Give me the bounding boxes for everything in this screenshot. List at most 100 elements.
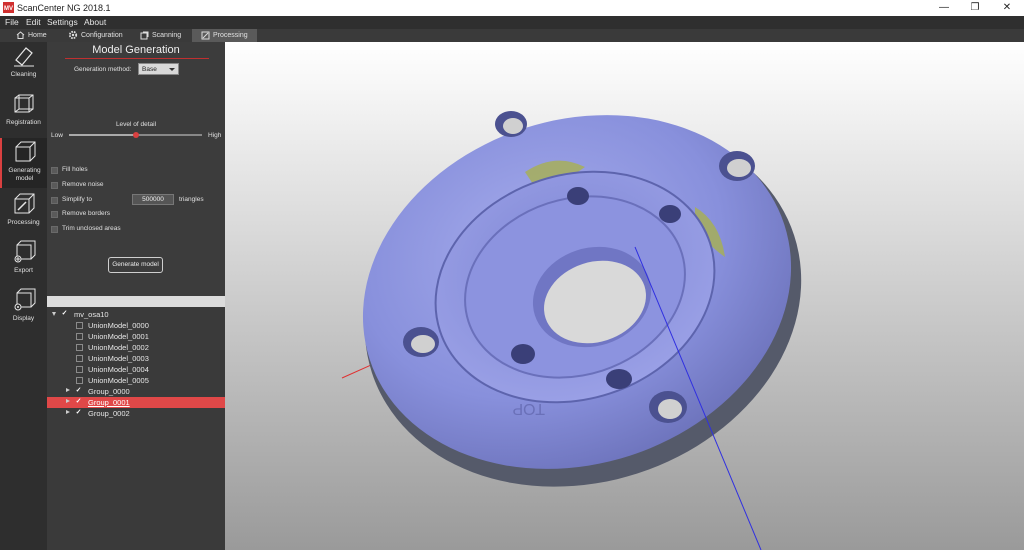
tree-item-union[interactable]: UnionModel_0004 [47,364,225,375]
option-remove-noise[interactable]: Remove noise [51,181,171,191]
tab-scanning[interactable]: Scanning [140,29,184,42]
group-checkbox[interactable]: ✓ [75,387,82,395]
tool-display[interactable]: Display [0,286,47,334]
close-button[interactable]: ✕ [993,0,1021,16]
tool-display-label: Display [12,315,35,322]
home-icon [16,31,25,40]
remove-noise-label: Remove noise [62,181,104,188]
root-checkbox[interactable]: ✓ [61,310,68,318]
slider-thumb[interactable] [132,132,139,138]
level-of-detail-label: Level of detail [115,121,157,128]
tree-root-label: mv_osa10 [74,310,109,319]
generate-model-button[interactable]: Generate model [108,257,163,273]
3d-viewport[interactable]: TOP [225,42,1024,550]
app-logo-icon: MV [3,2,14,13]
tree-item-label: UnionModel_0003 [88,354,149,363]
option-simplify[interactable]: Simplify to 500000 triangles [51,194,221,206]
generation-method-select[interactable]: Base [138,63,179,75]
tree-item-label: UnionModel_0002 [88,343,149,352]
expand-arrow-icon[interactable] [66,410,70,414]
simplify-suffix-label: triangles [179,196,204,203]
slider-fill [69,134,136,136]
menu-file[interactable]: File [5,17,19,27]
window-title: ScanCenter NG 2018.1 [17,3,111,13]
tab-bar: Home Configuration Scanning Processing [0,29,1024,42]
tree-group-label: Group_0002 [88,409,130,418]
remove-borders-checkbox[interactable] [51,211,58,218]
expand-arrow-icon[interactable] [66,388,70,392]
generation-method-value: Base [142,66,157,73]
tab-configuration[interactable]: Configuration [68,29,128,42]
panel-title-underline [65,58,209,59]
tree-root[interactable]: ✓ mv_osa10 [47,309,225,320]
group-checkbox[interactable]: ✓ [75,398,82,406]
tree-item-group[interactable]: ✓ Group_0000 [47,386,225,397]
menu-settings[interactable]: Settings [47,17,78,27]
trim-unclosed-label: Trim unclosed areas [62,225,121,232]
tree-item-union[interactable]: UnionModel_0002 [47,342,225,353]
remove-borders-label: Remove borders [62,210,111,217]
display-icon [14,288,35,311]
option-fill-holes[interactable]: Fill holes [51,166,171,176]
simplify-triangles-input[interactable]: 500000 [132,194,174,205]
tool-export-label: Export [14,267,33,274]
tool-processing-label: Processing [7,219,40,226]
level-high-label: High [208,132,222,139]
menu-about[interactable]: About [84,17,106,27]
tree-item-label: UnionModel_0005 [88,376,149,385]
scan-icon [140,31,149,40]
tab-processing-label: Processing [213,32,248,39]
tab-home[interactable]: Home [16,29,56,42]
union-checkbox[interactable] [76,333,83,340]
simplify-checkbox[interactable] [51,197,58,204]
tool-column: Cleaning Registration Generating model P… [0,42,47,550]
registration-icon [14,94,33,113]
tree-item-union[interactable]: UnionModel_0003 [47,353,225,364]
menu-bar: File Edit Settings About [0,16,1024,29]
union-checkbox[interactable] [76,322,83,329]
scan-model-render: TOP [341,111,802,550]
union-checkbox[interactable] [76,377,83,384]
processing-icon [201,31,210,40]
trim-unclosed-checkbox[interactable] [51,226,58,233]
tab-scanning-label: Scanning [152,32,182,39]
tree-group-label: Group_0000 [88,387,130,396]
option-remove-borders[interactable]: Remove borders [51,210,171,220]
tool-processing[interactable]: Processing [0,190,47,238]
tree-item-union[interactable]: UnionModel_0005 [47,375,225,386]
tree-item-label: UnionModel_0001 [88,332,149,341]
option-trim-unclosed[interactable]: Trim unclosed areas [51,225,171,235]
fill-holes-checkbox[interactable] [51,167,58,174]
panel-title: Model Generation [92,44,180,56]
tab-home-label: Home [28,32,47,39]
processing-icon [14,193,34,214]
tool-export[interactable]: Export [0,238,47,286]
model-generation-panel: Model Generation Generation method: Base… [47,42,225,296]
expand-arrow-icon[interactable] [52,312,56,316]
union-checkbox[interactable] [76,344,83,351]
tab-processing[interactable]: Processing [192,29,257,42]
fill-holes-label: Fill holes [62,166,88,173]
simplify-label: Simplify to [62,196,92,203]
tree-item-union[interactable]: UnionModel_0001 [47,331,225,342]
tab-configuration-label: Configuration [81,32,123,39]
level-of-detail-slider[interactable] [69,132,202,138]
tree-item-group[interactable]: ✓ Group_0002 [47,408,225,419]
tree-item-group-selected[interactable]: ✓ Group_0001 [47,397,225,408]
eraser-icon [13,47,34,67]
union-checkbox[interactable] [76,355,83,362]
expand-arrow-icon[interactable] [66,399,70,403]
level-low-label: Low [51,132,63,139]
group-checkbox[interactable]: ✓ [75,409,82,417]
tree-item-union[interactable]: UnionModel_0000 [47,320,225,331]
union-checkbox[interactable] [76,366,83,373]
minimize-button[interactable]: — [930,0,958,16]
tool-cleaning[interactable]: Cleaning [0,42,47,90]
tree-header [47,296,225,307]
tool-registration[interactable]: Registration [0,90,47,138]
maximize-button[interactable]: ❐ [961,0,989,16]
tool-generating-model[interactable]: Generating model [0,138,47,188]
export-icon [14,240,35,263]
remove-noise-checkbox[interactable] [51,182,58,189]
menu-edit[interactable]: Edit [26,17,41,27]
